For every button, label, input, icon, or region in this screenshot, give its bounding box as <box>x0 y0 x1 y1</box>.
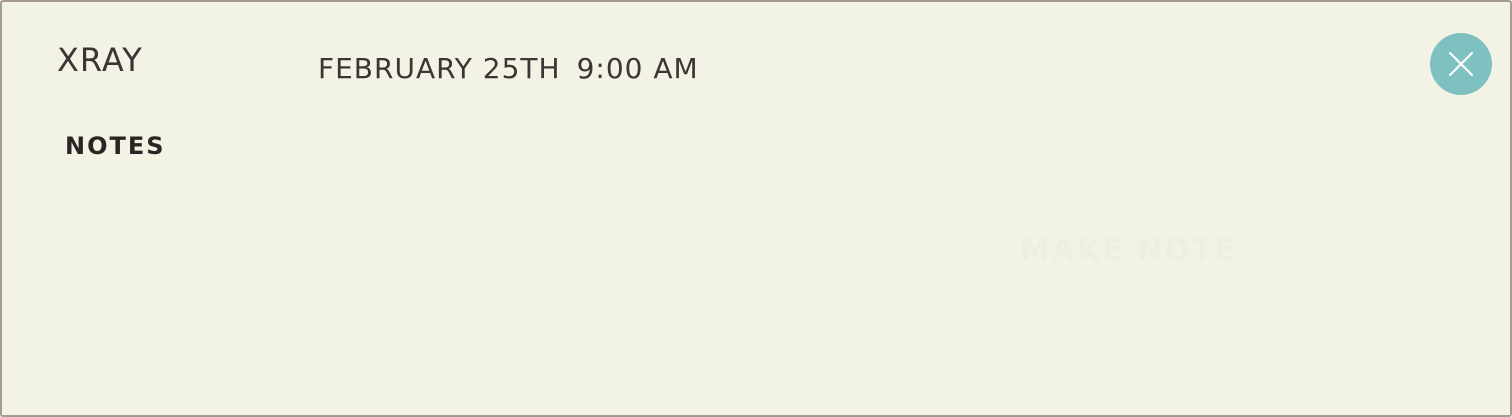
close-icon <box>1448 51 1474 77</box>
notes-label: NOTES <box>65 132 166 160</box>
close-button[interactable] <box>1430 33 1492 95</box>
event-datetime: FEBRUARY 25TH 9:00 AM <box>318 55 699 83</box>
make-note-button[interactable]: MAKE NOTE <box>1020 236 1237 266</box>
event-date: FEBRUARY 25TH <box>318 52 561 85</box>
appointment-panel: XRAY FEBRUARY 25TH 9:00 AM NOTES MAKE NOT… <box>0 0 1512 417</box>
event-time: 9:00 AM <box>576 52 699 85</box>
event-title: XRAY <box>57 41 143 79</box>
